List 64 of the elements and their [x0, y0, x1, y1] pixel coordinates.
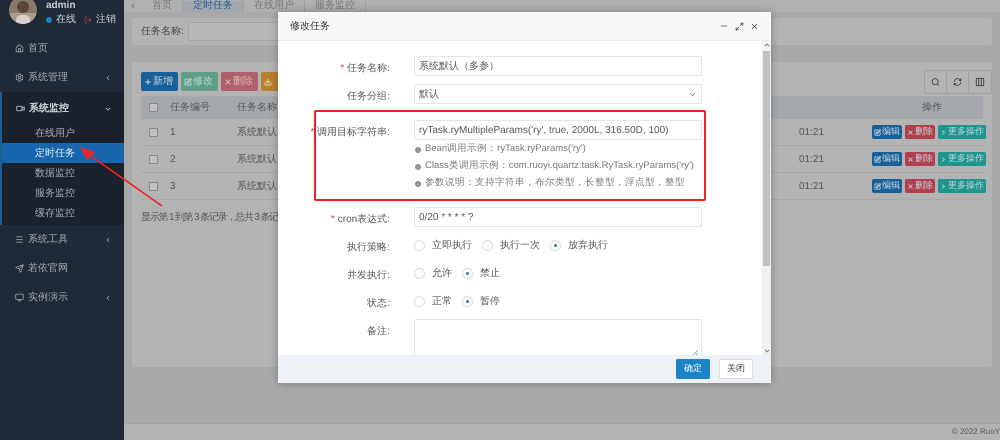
- column-header: 任务编号: [170, 100, 211, 115]
- search-label: 任务名称:: [141, 25, 184, 39]
- table-cell-text: 2: [170, 152, 177, 166]
- sidebar-item[interactable]: 实例演示: [0, 283, 124, 312]
- dialog-title: 修改任务: [290, 20, 331, 34]
- text-field[interactable]: ryTask.ryMultipleParams('ry', true, 2000L, 316.50D, 100): [414, 120, 702, 140]
- table-cell-text: 3: [170, 180, 177, 194]
- submenu-item[interactable]: 缓存监控: [2, 203, 124, 223]
- sidebar-item[interactable]: 若依官网: [0, 254, 124, 283]
- sidebar-item[interactable]: 首页: [0, 34, 124, 63]
- field-label: 并发执行:: [347, 270, 390, 281]
- required-mark: *: [340, 63, 344, 74]
- hint-text: Class类调用示例：com.ruoyi.quartz.task.RyTask.ryParams('ry'): [425, 159, 694, 174]
- add-button[interactable]: 新增: [141, 72, 178, 91]
- field-label: 任务名称:: [347, 63, 390, 74]
- required-mark: *: [310, 127, 314, 138]
- radio-label: 正常: [432, 294, 452, 308]
- column-header: 操作: [922, 101, 942, 115]
- radio-label: 禁止: [480, 266, 500, 280]
- edit-button[interactable]: 编辑: [872, 152, 902, 166]
- radio-label: 放弃执行: [568, 238, 608, 252]
- logout-link[interactable]: 注销: [96, 14, 116, 26]
- submenu-item[interactable]: 数据监控: [2, 163, 124, 183]
- field-label: 备注:: [367, 326, 390, 337]
- delete-button[interactable]: 删除: [905, 152, 935, 166]
- sidebar-item[interactable]: 系统工具: [0, 225, 124, 254]
- radio-label: 允许: [432, 266, 452, 280]
- field-label: 状态:: [367, 298, 390, 309]
- table-cell-text: 01:21: [799, 126, 824, 140]
- text-field[interactable]: 0/20 * * * * ?: [414, 207, 702, 227]
- delete-button[interactable]: 删除: [905, 179, 935, 193]
- field-label: 执行策略:: [347, 242, 390, 253]
- sidebar-item[interactable]: 系统管理: [0, 63, 124, 92]
- field-label: cron表达式:: [338, 214, 390, 225]
- footer-text: © 2022 RuoY: [952, 426, 1000, 438]
- hint-text: Bean调用示例：ryTask.ryParams('ry'): [425, 142, 586, 156]
- field-label: 任务分组:: [347, 91, 390, 102]
- edit-button[interactable]: 编辑: [872, 125, 902, 139]
- field-label: 调用目标字符串:: [317, 127, 390, 138]
- submenu-item[interactable]: 在线用户: [2, 123, 124, 143]
- table-cell-text: 系统默认: [237, 126, 277, 140]
- delete-button[interactable]: 删除: [905, 125, 935, 139]
- submenu-item[interactable]: 服务监控: [2, 183, 124, 203]
- table-cell-text: 01:21: [799, 152, 824, 166]
- radio-label: 立即执行: [432, 238, 472, 252]
- hint-text: 参数说明：支持字符串，布尔类型，长整型，浮点型，整型: [425, 176, 685, 190]
- status-text: 在线: [56, 14, 76, 26]
- sidebar-item[interactable]: 系统监控: [2, 94, 124, 123]
- table-cell-text: 系统默认: [237, 180, 277, 194]
- user-name: admin: [46, 0, 76, 12]
- radio-label: 执行一次: [500, 238, 540, 252]
- submenu-item[interactable]: 定时任务: [2, 143, 124, 163]
- pagination-info: 显示第 1 到第 3 条记录，总共 3 条记: [141, 210, 278, 225]
- confirm-button[interactable]: 确定: [676, 359, 710, 379]
- text-field[interactable]: 系统默认（多参）: [414, 56, 702, 76]
- group-select[interactable]: 默认: [414, 84, 702, 104]
- table-cell-text: 系统默认: [237, 152, 277, 166]
- radio-label: 暂停: [480, 294, 500, 308]
- column-header: 任务名称: [237, 101, 277, 115]
- table-cell-text: 01:21: [799, 180, 824, 194]
- edit-button[interactable]: 编辑: [872, 179, 902, 193]
- table-cell-text: 1: [170, 126, 177, 140]
- required-mark: *: [330, 214, 335, 225]
- close-button[interactable]: 关闭: [719, 359, 753, 379]
